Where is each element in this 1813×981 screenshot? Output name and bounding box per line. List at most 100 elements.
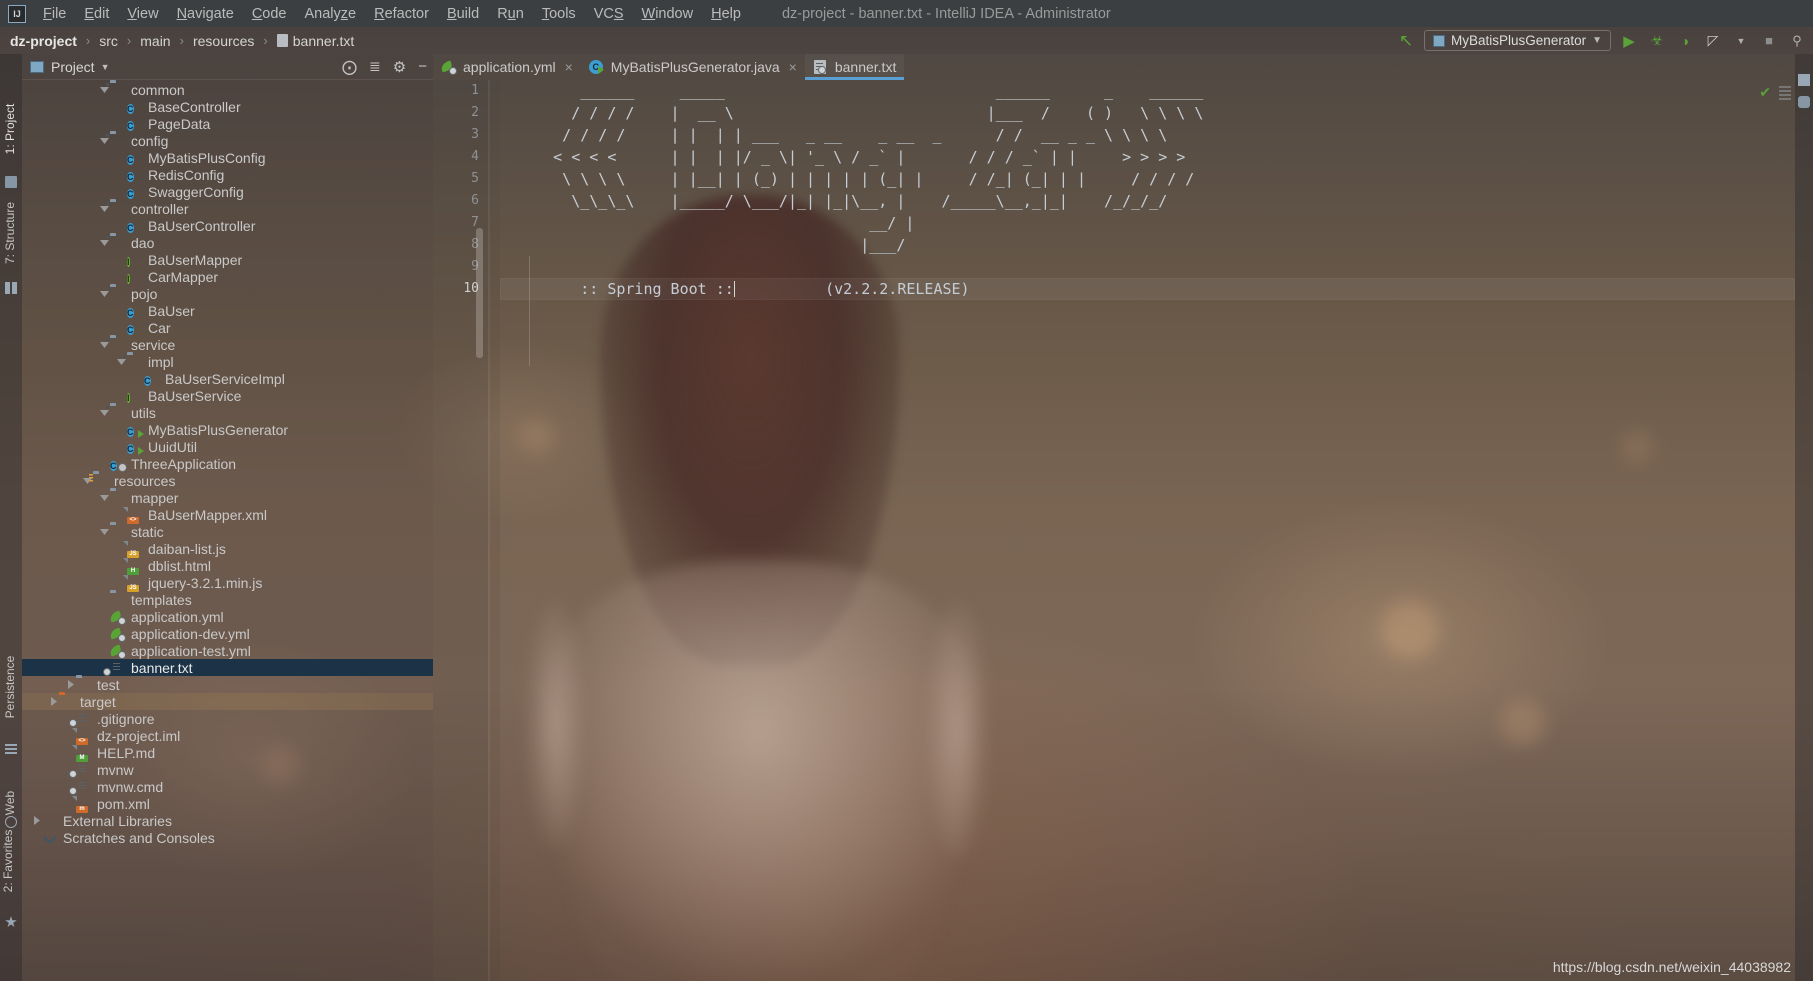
tree-node-bauser[interactable]: C BaUser [22, 302, 433, 319]
tree-twisty-collapsed[interactable] [64, 679, 76, 691]
breadcrumb-item-dz-project[interactable]: dz-project [0, 33, 79, 49]
menu-item-build[interactable]: Build [438, 3, 488, 25]
editor-tab-banner-txt[interactable]: banner.txt [804, 54, 905, 80]
close-icon[interactable]: × [789, 59, 797, 75]
tree-node-carmapper[interactable]: I CarMapper [22, 268, 433, 285]
code-line[interactable]: :: Spring Boot :: (v2.2.2.RELEASE) [500, 278, 1795, 300]
tree-node-jquery-3-2-1-min-js[interactable]: JS jquery-3.2.1.min.js [22, 574, 433, 592]
tree-node-redisconfig[interactable]: C RedisConfig [22, 166, 433, 183]
debug-button[interactable]: ☣ [1647, 31, 1667, 51]
tree-node-test[interactable]: test [22, 676, 433, 693]
tree-node-target[interactable]: target [22, 693, 433, 710]
tree-node-scratches-and-consoles[interactable]: Scratches and Consoles [22, 829, 433, 846]
tree-node-utils[interactable]: utils [22, 404, 433, 421]
run-configuration-selector[interactable]: MyBatisPlusGenerator ▼ [1424, 30, 1611, 51]
search-everywhere-icon[interactable]: ↖ [1396, 31, 1416, 51]
code-line[interactable]: |___/ [500, 234, 1795, 256]
database-strip-icon[interactable] [1798, 96, 1810, 108]
tree-node-pagedata[interactable]: C PageData [22, 115, 433, 132]
tree-node-controller[interactable]: controller [22, 200, 433, 217]
tree-twisty-collapsed[interactable] [30, 815, 42, 827]
maven-strip-icon[interactable] [1798, 74, 1810, 86]
code-line[interactable]: __/ | [500, 212, 1795, 234]
tree-node-daiban-list-js[interactable]: JS daiban-list.js [22, 540, 433, 558]
tree-node-external-libraries[interactable]: External Libraries [22, 812, 433, 829]
tree-node-mapper[interactable]: mapper [22, 489, 433, 506]
tree-node-impl[interactable]: impl [22, 353, 433, 370]
editor-text-content[interactable]: ______ _____ ______ _ ______ / / / / | _… [500, 80, 1795, 981]
editor-scrollbar-thumb[interactable] [476, 228, 483, 358]
tree-node-mybatisplusgenerator[interactable]: C MyBatisPlusGenerator [22, 421, 433, 438]
run-button[interactable]: ▶ [1619, 31, 1639, 51]
tree-node-static[interactable]: static [22, 523, 433, 540]
code-line[interactable]: / / / / | __ \ |___ / ( ) \ \ \ \ [500, 102, 1795, 124]
select-opened-file-icon[interactable]: ⨀ [342, 58, 357, 76]
tree-node-bausercontroller[interactable]: C BaUserController [22, 217, 433, 234]
menu-item-view[interactable]: View [118, 3, 167, 25]
tree-twisty-collapsed[interactable] [47, 696, 59, 708]
tree-node-bauserserviceimpl[interactable]: C BaUserServiceImpl [22, 370, 433, 387]
settings-gear-icon[interactable]: ⚙ [393, 58, 406, 76]
tree-node-resources[interactable]: resources [22, 472, 433, 489]
tree-node-swaggerconfig[interactable]: C SwaggerConfig [22, 183, 433, 200]
breadcrumb-item-resources[interactable]: resources [191, 33, 256, 49]
search-icon[interactable]: ⚲ [1787, 31, 1807, 51]
editor-tab-mybatisplusgenerator-java[interactable]: C MyBatisPlusGenerator.java × [581, 54, 805, 80]
menu-item-edit[interactable]: Edit [75, 3, 118, 25]
tree-node-application-dev-yml[interactable]: application-dev.yml [22, 625, 433, 642]
menu-item-code[interactable]: Code [243, 3, 296, 25]
tree-node-mvnw[interactable]: mvnw [22, 761, 433, 778]
breadcrumb-item-main[interactable]: main [138, 33, 172, 49]
tree-node-dz-project-iml[interactable]: <> dz-project.iml [22, 727, 433, 745]
tree-node-mvnw-cmd[interactable]: mvnw.cmd [22, 778, 433, 795]
tree-node--gitignore[interactable]: .gitignore [22, 710, 433, 727]
code-line[interactable]: \_\_\_\ |_____/ \___/|_| |_|\__, | /____… [500, 190, 1795, 212]
tree-node-dao[interactable]: dao [22, 234, 433, 251]
run-with-coverage-button[interactable]: ◑ [1675, 31, 1695, 51]
tree-node-uuidutil[interactable]: C UuidUtil [22, 438, 433, 455]
tree-node-banner-txt[interactable]: banner.txt [22, 659, 433, 676]
breadcrumb-item-src[interactable]: src [97, 33, 120, 49]
menu-item-navigate[interactable]: Navigate [168, 3, 243, 25]
menu-item-window[interactable]: Window [633, 3, 703, 25]
code-line[interactable]: \ \ \ \ | |__| | (_) | | | | | (_| | / /… [500, 168, 1795, 190]
chevron-down-icon[interactable]: ▼ [1731, 31, 1751, 51]
menu-item-refactor[interactable]: Refactor [365, 3, 438, 25]
code-line[interactable] [500, 256, 1795, 278]
menu-item-vcs[interactable]: VCS [585, 3, 633, 25]
tree-node-application-test-yml[interactable]: application-test.yml [22, 642, 433, 659]
code-line[interactable]: / / / / | | | | ___ _ __ _ __ _ / / __ _… [500, 124, 1795, 146]
menu-item-run[interactable]: Run [488, 3, 533, 25]
tree-node-threeapplication[interactable]: C ThreeApplication [22, 455, 433, 472]
menu-item-file[interactable]: File [34, 3, 75, 25]
stop-button[interactable]: ■ [1759, 31, 1779, 51]
sidebar-item-structure[interactable]: 7: Structure [3, 201, 17, 265]
tree-node-dblist-html[interactable]: Hdblist.html [22, 557, 433, 575]
tree-node-templates[interactable]: templates [22, 591, 433, 608]
breadcrumb-item-banner-txt[interactable]: banner.txt [275, 33, 357, 49]
sidebar-item-favorites[interactable]: 2: Favorites [1, 815, 15, 907]
menu-item-tools[interactable]: Tools [533, 3, 585, 25]
editor-tab-application-yml[interactable]: application.yml × [433, 54, 581, 80]
hide-panel-icon[interactable]: − [418, 58, 427, 75]
tree-node-config[interactable]: config [22, 132, 433, 149]
tree-twisty-expanded[interactable] [98, 492, 110, 504]
tree-node-car[interactable]: C Car [22, 319, 433, 336]
tree-node-pom-xml[interactable]: m pom.xml [22, 795, 433, 813]
tree-twisty-expanded[interactable] [98, 526, 110, 538]
tree-node-common[interactable]: common [22, 81, 433, 98]
tree-node-bausermapper-xml[interactable]: <> BaUserMapper.xml [22, 506, 433, 524]
tree-node-basecontroller[interactable]: C BaseController [22, 98, 433, 115]
tree-node-pojo[interactable]: pojo [22, 285, 433, 302]
collapse-all-icon[interactable]: ≣ [369, 58, 381, 75]
profiler-button[interactable]: ◸ [1703, 31, 1723, 51]
code-line[interactable]: < < < < | | | |/ _ \| '_ \ / _` | / / / … [500, 146, 1795, 168]
chevron-down-icon[interactable]: ▼ [101, 62, 110, 72]
menu-item-analyze[interactable]: Analyze [296, 3, 366, 25]
tree-node-bausermapper[interactable]: I BaUserMapper [22, 251, 433, 268]
code-line[interactable]: ______ _____ ______ _ ______ [500, 80, 1795, 102]
tree-node-service[interactable]: service [22, 336, 433, 353]
menu-item-help[interactable]: Help [702, 3, 750, 25]
tree-node-application-yml[interactable]: application.yml [22, 608, 433, 625]
tree-node-bauserservice[interactable]: I BaUserService [22, 387, 433, 404]
